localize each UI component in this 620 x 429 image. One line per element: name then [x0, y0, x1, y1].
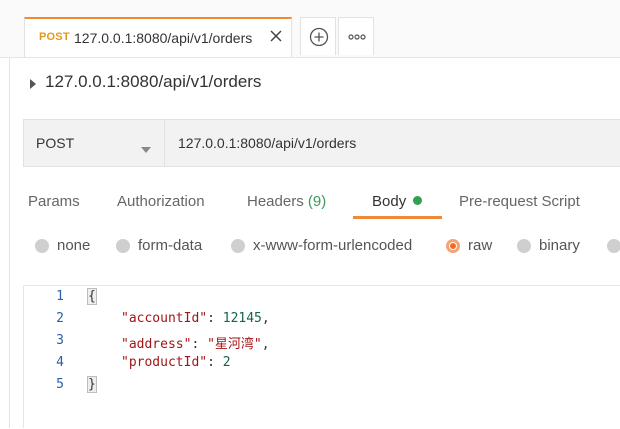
request-bar: POST 127.0.0.1:8080/api/v1/orders: [23, 119, 620, 167]
radio-label: form-data: [138, 237, 203, 254]
active-tab-underline: [353, 216, 442, 219]
tab-body-label: Body: [372, 193, 407, 210]
json-key: "productId": [121, 355, 208, 370]
line-number: 2: [56, 311, 64, 326]
url-input[interactable]: 127.0.0.1:8080/api/v1/orders: [178, 135, 356, 151]
sidebar-divider: [9, 0, 10, 428]
radio-circle: [116, 239, 130, 253]
method-label: POST: [36, 135, 75, 151]
code-line: "productId": 2: [121, 355, 231, 370]
line-number: 3: [56, 333, 64, 348]
caret-right-icon[interactable]: [29, 76, 37, 94]
tab-strip: POST 127.0.0.1:8080/api/v1/orders: [0, 0, 620, 58]
radio-circle: [231, 239, 245, 253]
open-brace: {: [87, 288, 97, 305]
request-title: 127.0.0.1:8080/api/v1/orders: [45, 72, 262, 91]
radio-circle: [35, 239, 49, 253]
radio-label: raw: [468, 237, 493, 254]
tab-headers[interactable]: Headers (9): [247, 193, 326, 210]
line-number: 5: [56, 377, 64, 392]
body-editor[interactable]: 1 2 3 4 5 { "accountId": 12145, "address…: [23, 285, 620, 428]
new-tab-button[interactable]: [300, 17, 336, 55]
close-icon[interactable]: [267, 27, 285, 45]
tab-params[interactable]: Params: [28, 193, 80, 210]
json-key: "accountId": [121, 311, 208, 326]
radio-circle: [607, 239, 620, 253]
body-indicator-dot: [413, 196, 423, 205]
radio-label: none: [57, 237, 91, 254]
tab-body[interactable]: Body: [372, 193, 423, 210]
radio-circle-selected: [446, 239, 460, 253]
radio-circle: [517, 239, 531, 253]
json-value: 12145: [222, 311, 262, 326]
tab-method: POST: [39, 31, 70, 43]
radio-label: x-www-form-urlencoded: [253, 237, 413, 254]
more-tabs-button[interactable]: [338, 17, 374, 55]
tab-headers-label: Headers: [247, 193, 304, 210]
line-number-gutter: 1 2 3 4 5: [24, 286, 82, 429]
json-separator: ,: [261, 311, 270, 326]
request-tab[interactable]: POST 127.0.0.1:8080/api/v1/orders: [24, 17, 292, 57]
json-separator: ,: [261, 337, 270, 352]
line-number: 1: [56, 289, 64, 304]
json-key: "address": [121, 337, 192, 352]
line-number: 4: [56, 355, 64, 370]
tab-authorization[interactable]: Authorization: [117, 193, 205, 210]
close-brace: }: [87, 376, 97, 393]
tab-url: 127.0.0.1:8080/api/v1/orders: [74, 30, 253, 46]
json-value: "星河湾": [207, 337, 262, 352]
tab-prerequest-script[interactable]: Pre-request Script: [459, 193, 580, 210]
chevron-down-icon: [141, 140, 151, 158]
method-select[interactable]: POST: [24, 120, 165, 166]
headers-count: (9): [307, 193, 327, 210]
code-line: "address": "星河湾",: [121, 337, 270, 352]
radio-label: binary: [539, 237, 580, 254]
json-value: 2: [222, 355, 231, 370]
code-line: "accountId": 12145,: [121, 311, 270, 326]
